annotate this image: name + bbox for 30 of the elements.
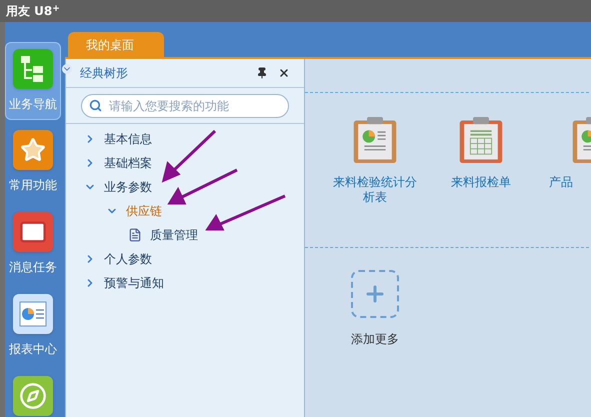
nav-button[interactable]: 消息任务 bbox=[5, 206, 61, 284]
clipboard-icon[interactable] bbox=[458, 115, 504, 165]
nav-button[interactable]: 常用功能 bbox=[5, 124, 61, 202]
document-icon bbox=[128, 228, 142, 242]
tree-item[interactable]: 基本信息 bbox=[104, 130, 152, 148]
tree-item[interactable]: 基础档案 bbox=[104, 154, 152, 172]
add-more-label: 添加更多 bbox=[351, 331, 399, 348]
pin-icon[interactable] bbox=[256, 67, 268, 79]
nav-button[interactable]: 报表中心 bbox=[5, 288, 61, 366]
app-label[interactable]: 来料报检单 bbox=[435, 175, 527, 190]
compass-icon bbox=[19, 382, 47, 410]
app-label[interactable]: 产品 bbox=[549, 175, 573, 190]
app-label[interactable]: 来料检验统计分析表 bbox=[329, 175, 421, 205]
dropdown-caret-icon[interactable] bbox=[62, 64, 72, 74]
tree-item[interactable]: 个人参数 bbox=[104, 250, 152, 268]
add-more-button[interactable] bbox=[351, 270, 399, 318]
tab[interactable]: 我的桌面 bbox=[68, 32, 164, 57]
tree-item[interactable]: 质量管理 bbox=[150, 226, 198, 244]
clipboard-icon[interactable] bbox=[352, 115, 398, 165]
star-icon bbox=[20, 137, 46, 163]
tree-item[interactable]: 业务参数 bbox=[104, 178, 152, 196]
close-icon[interactable] bbox=[278, 67, 290, 79]
panel-title: 经典树形 bbox=[80, 65, 129, 82]
report-icon bbox=[18, 299, 48, 329]
tree-item[interactable]: 预警与通知 bbox=[104, 274, 164, 292]
window-title: 用友 U8$^{+}$ bbox=[6, 2, 60, 20]
search-icon bbox=[89, 99, 102, 112]
tree-item[interactable]: 供应链 bbox=[126, 202, 162, 220]
search-field[interactable]: 请输入您要搜索的功能 bbox=[81, 94, 289, 118]
nav-button[interactable]: 业务导航 bbox=[5, 42, 61, 120]
